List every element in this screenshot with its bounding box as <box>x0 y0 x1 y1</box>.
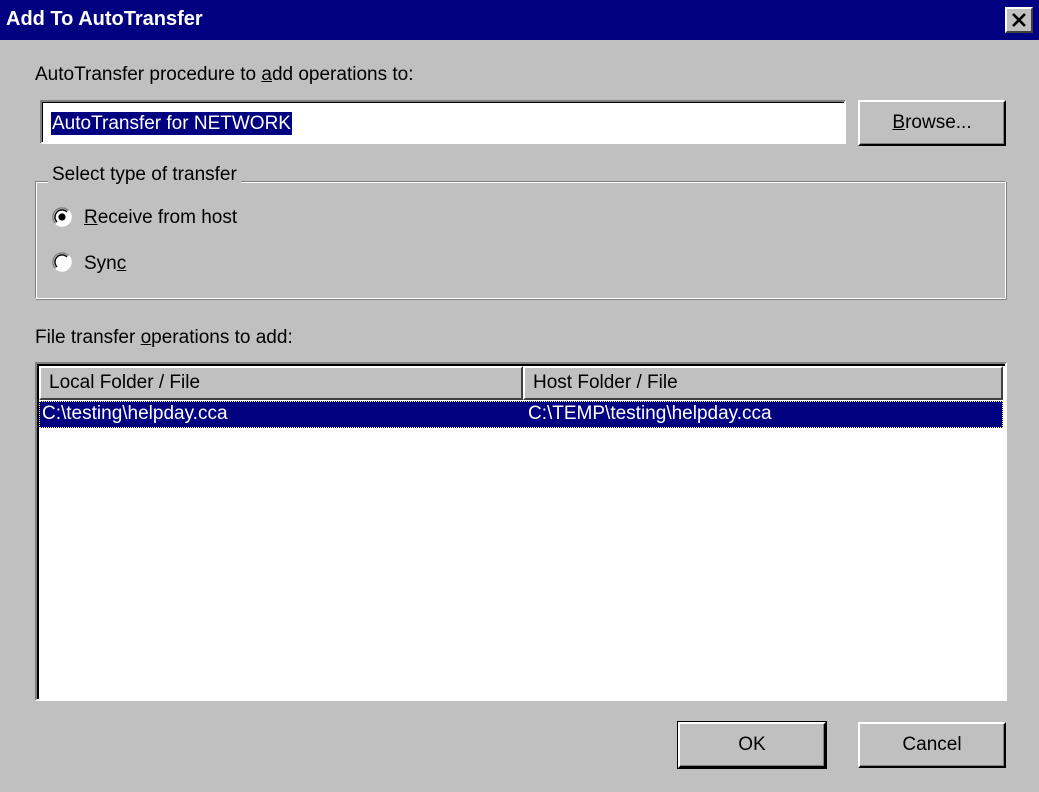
radio-receive-from-host[interactable] <box>52 207 72 227</box>
operations-list[interactable]: Local Folder / File Host Folder / File C… <box>35 362 1007 701</box>
procedure-label: AutoTransfer procedure to add operations… <box>35 64 414 85</box>
ok-button[interactable]: OK <box>677 721 827 769</box>
cell-local-file: C:\testing\helpday.cca <box>42 403 228 424</box>
radio-sync-label[interactable]: Sync <box>84 253 126 275</box>
transfer-type-legend: Select type of transfer <box>48 164 241 186</box>
list-header: Local Folder / File Host Folder / File <box>39 366 1003 400</box>
close-icon <box>1012 13 1026 27</box>
browse-button[interactable]: Browse... <box>858 100 1006 146</box>
title-bar: Add To AutoTransfer <box>0 0 1039 40</box>
column-header-host[interactable]: Host Folder / File <box>523 366 1003 400</box>
procedure-input[interactable]: AutoTransfer for NETWORK <box>40 100 846 144</box>
close-button[interactable] <box>1005 7 1033 33</box>
radio-receive-from-host-label[interactable]: Receive from host <box>84 207 237 229</box>
transfer-type-group <box>35 181 1006 299</box>
operations-label: File transfer operations to add: <box>35 327 293 348</box>
column-header-local[interactable]: Local Folder / File <box>39 366 523 400</box>
radio-dot-icon <box>58 213 66 221</box>
cell-host-file: C:\TEMP\testing\helpday.cca <box>528 403 772 424</box>
radio-sync[interactable] <box>52 252 72 272</box>
window-title: Add To AutoTransfer <box>6 8 203 30</box>
cancel-button[interactable]: Cancel <box>858 722 1006 768</box>
table-row[interactable]: C:\testing\helpday.cca C:\TEMP\testing\h… <box>39 401 1003 428</box>
procedure-input-value: AutoTransfer for NETWORK <box>51 112 292 135</box>
